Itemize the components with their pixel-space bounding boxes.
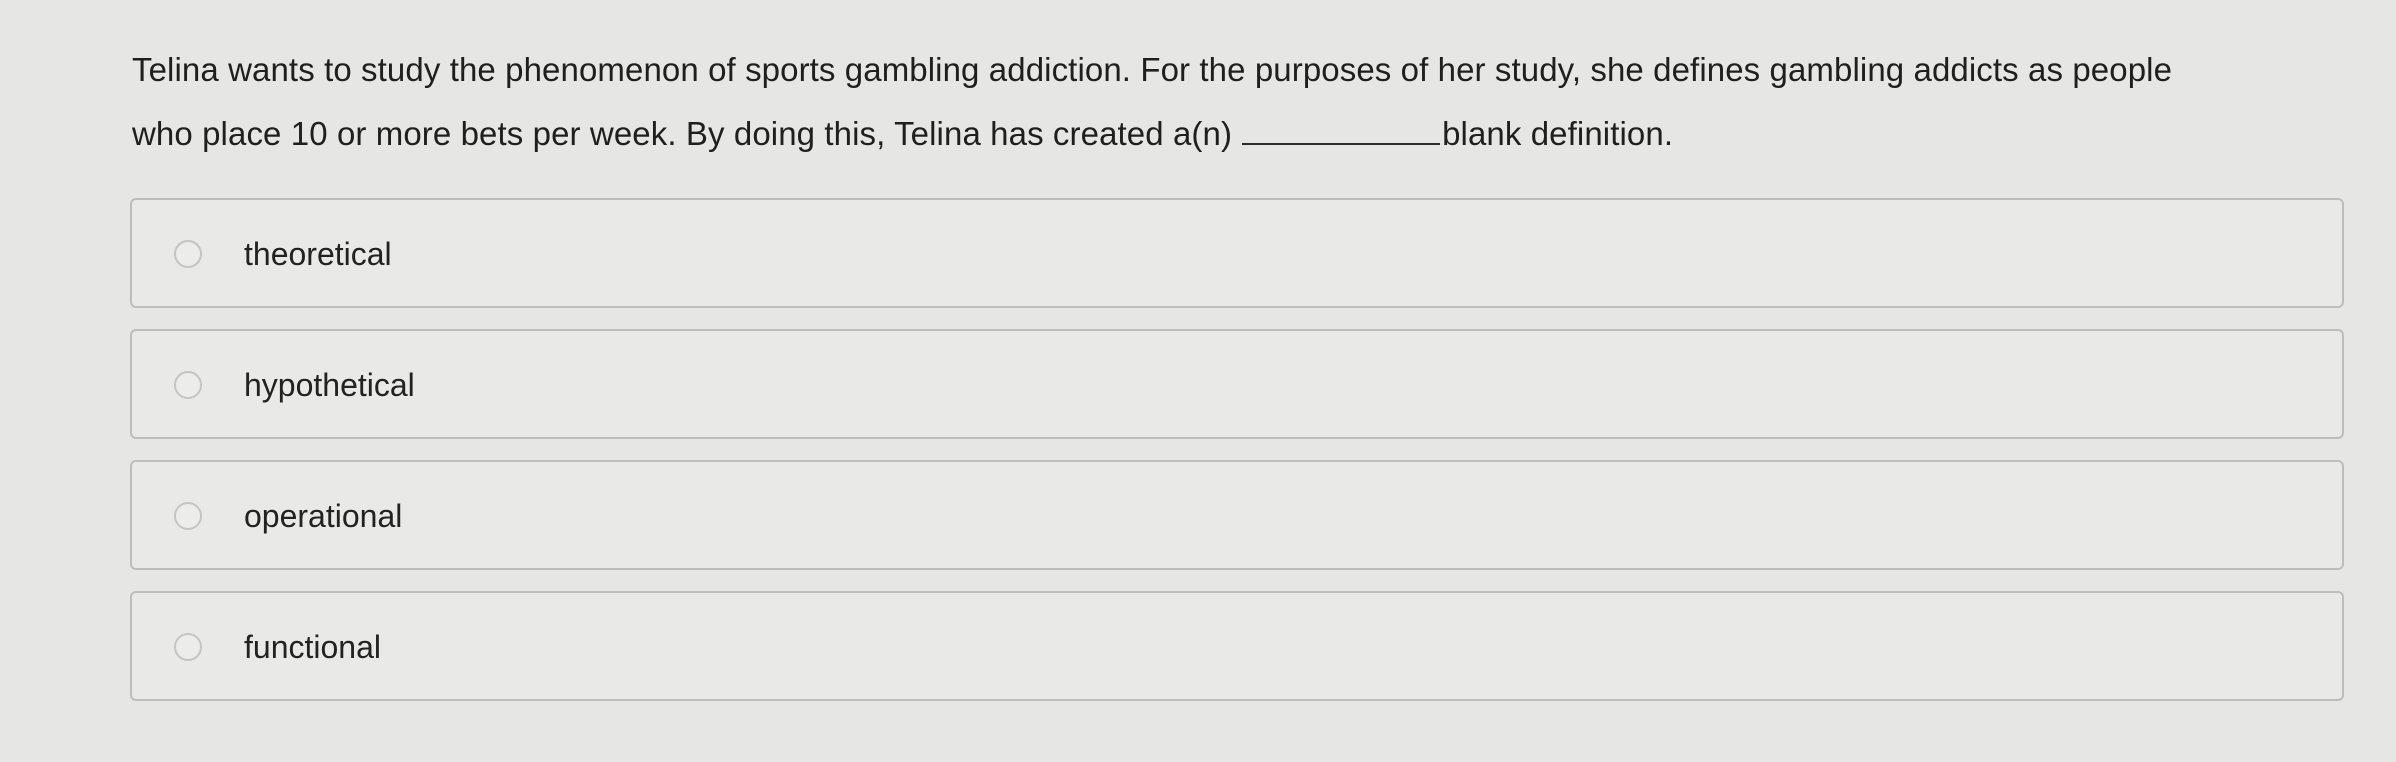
option-label: theoretical — [244, 236, 392, 272]
radio-button[interactable] — [174, 371, 202, 399]
option-label: hypothetical — [244, 367, 415, 403]
option-label: functional — [244, 629, 381, 665]
radio-button[interactable] — [174, 502, 202, 530]
option-functional[interactable]: functional — [130, 591, 2344, 701]
option-hypothetical[interactable]: hypothetical — [130, 329, 2344, 439]
radio-button[interactable] — [174, 633, 202, 661]
question-line-1: Telina wants to study the phenomenon of … — [132, 51, 2173, 88]
question-text: Telina wants to study the phenomenon of … — [132, 38, 2342, 166]
answer-blank — [1242, 119, 1441, 145]
option-theoretical[interactable]: theoretical — [130, 198, 2344, 308]
option-operational[interactable]: operational — [130, 460, 2344, 570]
question-line-2: who place 10 or more bets per week. By d… — [132, 102, 2342, 166]
option-label: operational — [244, 498, 403, 534]
answer-options: theoretical hypothetical operational fun… — [130, 198, 2344, 722]
radio-button[interactable] — [174, 240, 202, 268]
question-line-2-before: who place 10 or more bets per week. By d… — [132, 115, 1233, 152]
question-line-2-after: blank definition. — [1442, 115, 1674, 152]
